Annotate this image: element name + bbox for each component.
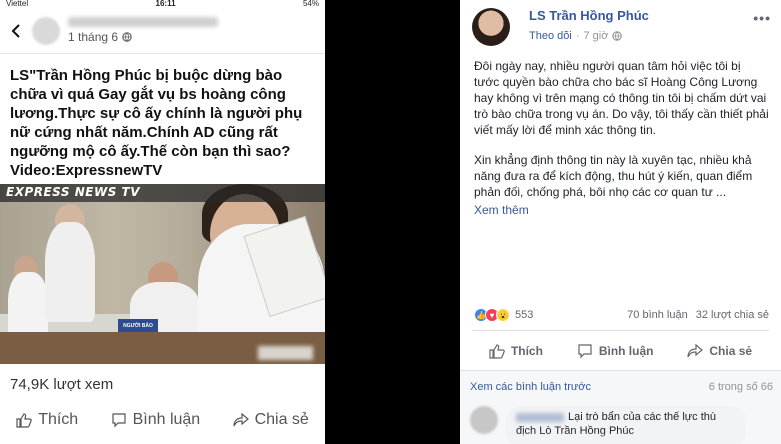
reaction-summary: 👍 ♥ 😮 553 70 bình luận 32 lượt chia sẻ [474, 308, 769, 322]
follow-link[interactable]: Theo dõi [529, 30, 572, 42]
post-header: 1 tháng 6 [0, 8, 325, 54]
like-button[interactable]: Thích [16, 411, 78, 429]
comment-bubble: Lại trò bẩn của các thế lực thù địch Lò … [506, 406, 746, 444]
view-count: 74,9K lượt xem [10, 376, 114, 393]
post-header: LS Trần Hồng Phúc Theo dõi · 7 giờ ••• [460, 0, 781, 52]
comment-button[interactable]: Bình luận [577, 343, 653, 359]
author-name[interactable]: LS Trần Hồng Phúc [529, 8, 649, 24]
video-banner: EXPRESS NEWS TV [0, 184, 325, 202]
comment-pager: 6 trong số 66 [708, 381, 773, 393]
battery: 54% [302, 0, 319, 8]
facebook-post: LS Trần Hồng Phúc Theo dõi · 7 giờ ••• Đ… [460, 0, 781, 444]
post-paragraph-1: Đôi ngày nay, nhiều người quan tâm hỏi v… [474, 59, 769, 137]
separator: · [575, 30, 580, 42]
action-bar: Thích Bình luận Chia sẻ [0, 393, 325, 429]
globe-icon [612, 31, 623, 41]
share-icon [687, 343, 704, 359]
comment-button[interactable]: Bình luận [111, 411, 200, 429]
globe-icon [122, 32, 132, 42]
reaction-count[interactable]: 553 [515, 309, 533, 321]
video-nameplate: NGƯỜI BÀO CHỮA [118, 319, 158, 343]
see-more-link[interactable]: Xem thêm [474, 202, 769, 218]
more-icon[interactable]: ••• [753, 10, 771, 26]
author-avatar[interactable] [472, 8, 510, 46]
comment-item: Lại trò bẩn của các thế lực thù địch Lò … [470, 406, 746, 444]
post-body: Đôi ngày nay, nhiều người quan tâm hỏi v… [460, 52, 781, 218]
post-caption: LS"Trần Hồng Phúc bị buộc dừng bào chữa … [10, 67, 303, 179]
share-button[interactable]: Chia sẻ [232, 411, 309, 429]
blurred-commenter-name[interactable] [516, 412, 564, 422]
carrier: Viettel [6, 0, 29, 8]
status-bar: Viettel 16:11 54% [0, 0, 325, 8]
share-icon [232, 412, 249, 428]
divider [472, 330, 769, 331]
commenter-avatar[interactable] [470, 406, 498, 434]
view-previous-comments-link[interactable]: Xem các bình luận trước [470, 381, 591, 393]
post-time[interactable]: 7 giờ [583, 30, 608, 42]
wow-reaction-icon[interactable]: 😮 [496, 308, 510, 322]
comment-icon [111, 412, 127, 428]
action-bar: Thích Bình luận Chia sẻ [472, 334, 769, 368]
clock: 16:11 [155, 0, 176, 8]
comment-icon [577, 343, 593, 359]
thumbs-up-icon [16, 412, 32, 428]
share-button[interactable]: Chia sẻ [687, 343, 752, 359]
phone-screenshot: Viettel 16:11 54% 1 tháng 6 LS"Trần Hồng… [0, 0, 325, 444]
avatar[interactable] [32, 16, 60, 45]
comment-count[interactable]: 70 bình luận [627, 309, 688, 321]
post-paragraph-2: Xin khẳng định thông tin này là xuyên tạ… [474, 153, 753, 199]
video-player[interactable]: NGƯỜI BÀO CHỮA EXPRESS NEWS TV [0, 184, 325, 364]
thumbs-up-icon [489, 343, 505, 359]
blurred-page-name [68, 17, 218, 27]
like-button[interactable]: Thích [489, 343, 543, 359]
comments-section: Xem các bình luận trước 6 trong số 66 Lạ… [460, 370, 781, 444]
post-time[interactable]: 1 tháng 6 [68, 30, 118, 44]
share-count[interactable]: 32 lượt chia sẻ [696, 309, 769, 321]
back-icon[interactable] [8, 23, 24, 39]
